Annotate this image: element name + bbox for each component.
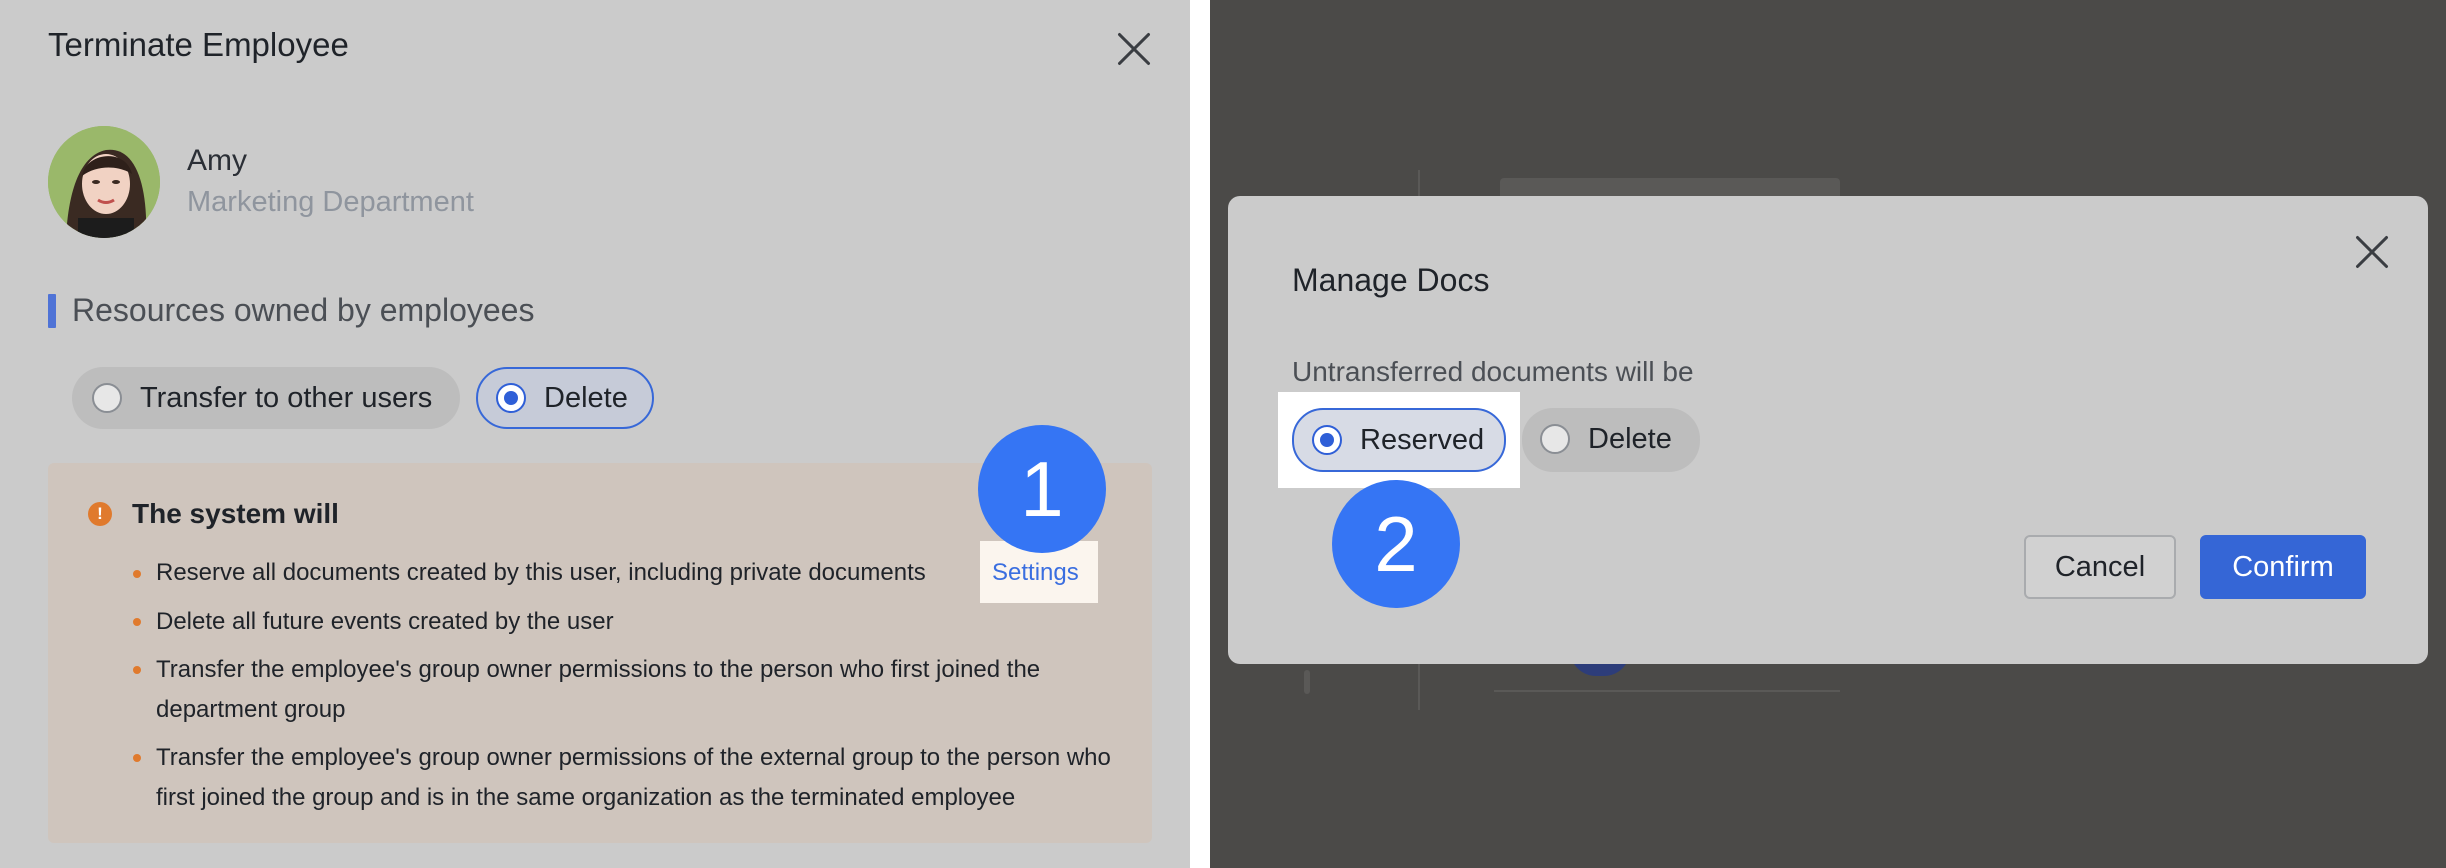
background-divider <box>1494 690 1840 692</box>
option-label: Delete <box>1588 423 1672 455</box>
warning-icon: ! <box>88 502 112 526</box>
notice-item: Transfer the employee's group owner perm… <box>156 744 1111 811</box>
radio-checked-icon[interactable] <box>496 383 526 413</box>
bullet-icon <box>133 618 141 626</box>
dialog-title: Manage Docs <box>1292 262 1490 298</box>
radio-unchecked-icon[interactable] <box>1540 424 1570 454</box>
notice-item: Transfer the employee's group owner perm… <box>156 656 1041 723</box>
cancel-button[interactable]: Cancel <box>2024 535 2176 599</box>
close-icon[interactable] <box>2354 234 2390 270</box>
panel-divider <box>1190 0 1210 868</box>
confirm-button[interactable]: Confirm <box>2200 535 2366 599</box>
dialog-subtitle: Untransferred documents will be <box>1292 356 1694 387</box>
avatar <box>48 126 160 238</box>
notice-item: Reserve all documents created by this us… <box>156 559 926 586</box>
section-marker <box>48 294 56 328</box>
panel-title: Terminate Employee <box>48 26 349 63</box>
employee-department: Marketing Department <box>187 186 474 218</box>
option-label: Transfer to other users <box>140 382 433 414</box>
notice-title: The system will <box>132 498 339 529</box>
radio-checked-icon[interactable] <box>1312 425 1342 455</box>
step-badge-2: 2 <box>1332 480 1460 608</box>
bullet-icon <box>133 754 141 762</box>
option-transfer-to-other-users[interactable]: Transfer to other users <box>72 367 460 429</box>
bullet-icon <box>133 570 141 578</box>
option-label: Reserved <box>1360 424 1485 456</box>
settings-link[interactable]: Settings <box>992 559 1079 587</box>
option-delete[interactable]: Delete <box>1522 408 1700 472</box>
radio-unchecked-icon[interactable] <box>92 383 122 413</box>
option-reserved[interactable]: Reserved <box>1292 408 1506 472</box>
option-delete[interactable]: Delete <box>476 367 654 429</box>
step-badge-1: 1 <box>978 425 1106 553</box>
employee-name: Amy <box>187 144 247 177</box>
bullet-icon <box>133 666 141 674</box>
close-icon[interactable] <box>1116 31 1152 67</box>
option-label: Delete <box>544 382 628 414</box>
more-icon <box>1304 670 1310 694</box>
section-title: Resources owned by employees <box>72 292 535 328</box>
notice-item: Delete all future events created by the … <box>156 608 614 635</box>
